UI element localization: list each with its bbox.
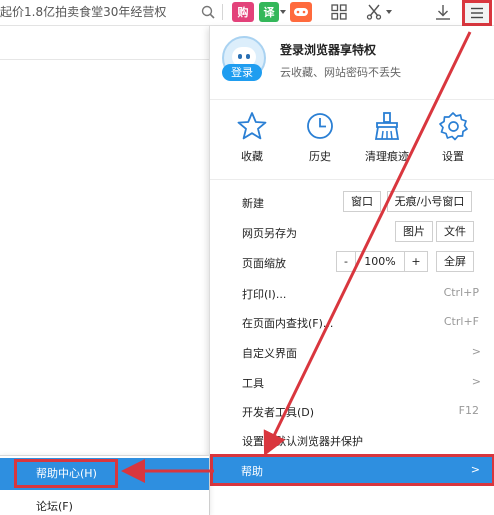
menu-item-devtools[interactable]: 开发者工具(D) F12: [210, 397, 494, 425]
submenu-item-forum[interactable]: 论坛(F): [0, 494, 209, 515]
submenu-item-help-center-label: 帮助中心(H): [36, 467, 97, 480]
submenu-item-help-center[interactable]: 帮助中心(H): [0, 458, 209, 490]
zoom-in-button[interactable]: +: [404, 251, 428, 272]
new-window-button[interactable]: 窗口: [343, 191, 381, 212]
page-divider: [0, 59, 210, 60]
devtools-shortcut: F12: [458, 404, 479, 417]
quick-clear-traces-label: 清理痕迹: [365, 150, 409, 163]
avatar-eye-icon: [238, 54, 242, 59]
chevron-right-icon: >: [470, 463, 480, 476]
download-icon[interactable]: [432, 2, 454, 22]
chevron-right-icon: >: [471, 345, 481, 358]
menu-item-help-label: 帮助: [241, 465, 263, 478]
save-as-image-button[interactable]: 图片: [395, 221, 433, 242]
quick-favorites-label: 收藏: [241, 150, 263, 163]
quick-clear-traces[interactable]: 清理痕迹: [352, 110, 422, 170]
translate-dropdown-icon[interactable]: [280, 10, 286, 14]
menu-item-new-label: 新建: [242, 197, 264, 210]
menu-item-devtools-label: 开发者工具(D): [242, 406, 315, 419]
print-shortcut: Ctrl+P: [443, 286, 479, 299]
menu-item-customize-label: 自定义界面: [242, 347, 297, 360]
menu-item-tools-label: 工具: [242, 377, 264, 390]
fullscreen-button[interactable]: 全屏: [436, 251, 474, 272]
menu-item-save-as: 网页另存为 图片 文件: [210, 218, 494, 246]
hamburger-menu-icon: [471, 7, 483, 19]
quick-favorites[interactable]: 收藏: [217, 110, 287, 170]
zoom-level: 100%: [356, 251, 404, 272]
broom-icon: [374, 112, 400, 140]
menu-item-customize[interactable]: 自定义界面 >: [210, 338, 494, 366]
menu-item-print-label: 打印(I)...: [242, 288, 287, 301]
gear-icon: [439, 112, 468, 141]
menu-divider: [210, 99, 494, 100]
translate-icon[interactable]: 译: [259, 2, 279, 22]
quick-settings-label: 设置: [442, 150, 464, 163]
shopping-icon[interactable]: 购: [232, 2, 254, 22]
menu-item-set-default-label: 设置为默认浏览器并保护: [242, 435, 363, 448]
menu-item-find[interactable]: 在页面内查找(F)... Ctrl+F: [210, 308, 494, 336]
menu-item-set-default[interactable]: 设置为默认浏览器并保护: [210, 426, 494, 454]
chevron-right-icon: >: [471, 375, 481, 388]
avatar-eye-icon: [246, 54, 250, 59]
main-menu-button[interactable]: [462, 0, 492, 26]
login-subtitle: 云收藏、网站密码不丢失: [280, 66, 401, 79]
address-bar-text[interactable]: 起价1.8亿拍卖食堂30年经营权: [0, 3, 166, 20]
search-icon[interactable]: [198, 2, 218, 22]
zoom-out-button[interactable]: -: [336, 251, 356, 272]
menu-item-tools[interactable]: 工具 >: [210, 368, 494, 396]
scissors-icon[interactable]: [363, 2, 385, 22]
browser-toolbar: 起价1.8亿拍卖食堂30年经营权 购 译: [0, 0, 494, 26]
login-button[interactable]: 登录: [222, 64, 262, 81]
menu-item-zoom: 页面缩放 - 100% + 全屏: [210, 248, 494, 276]
new-incognito-window-button[interactable]: 无痕/小号窗口: [387, 191, 472, 212]
menu-item-zoom-label: 页面缩放: [242, 257, 286, 270]
scissors-dropdown-icon[interactable]: [386, 10, 392, 14]
menu-item-new: 新建 窗口 无痕/小号窗口: [210, 188, 494, 216]
game-icon[interactable]: [290, 2, 312, 22]
quick-history-label: 历史: [309, 150, 331, 163]
apps-grid-icon[interactable]: [328, 2, 350, 22]
menu-item-find-label: 在页面内查找(F)...: [242, 317, 334, 330]
login-title[interactable]: 登录浏览器享特权: [280, 41, 376, 58]
quick-settings[interactable]: 设置: [418, 110, 488, 170]
star-icon: [237, 112, 267, 140]
submenu-item-forum-label: 论坛(F): [36, 500, 73, 513]
help-submenu: 帮助中心(H) 论坛(F): [0, 455, 209, 515]
toolbar-separator: [222, 4, 223, 20]
browser-main-menu: 登录 登录浏览器享特权 云收藏、网站密码不丢失 收藏 历史 清理痕迹 设置 新建…: [209, 26, 494, 515]
menu-divider: [210, 179, 494, 180]
save-as-file-button[interactable]: 文件: [436, 221, 474, 242]
quick-history[interactable]: 历史: [285, 110, 355, 170]
menu-item-print[interactable]: 打印(I)... Ctrl+P: [210, 279, 494, 307]
clock-icon: [307, 113, 333, 139]
menu-item-help[interactable]: 帮助 >: [210, 454, 494, 486]
menu-item-save-as-label: 网页另存为: [242, 227, 297, 240]
find-shortcut: Ctrl+F: [443, 315, 479, 328]
login-panel[interactable]: 登录 登录浏览器享特权 云收藏、网站密码不丢失: [210, 26, 494, 98]
